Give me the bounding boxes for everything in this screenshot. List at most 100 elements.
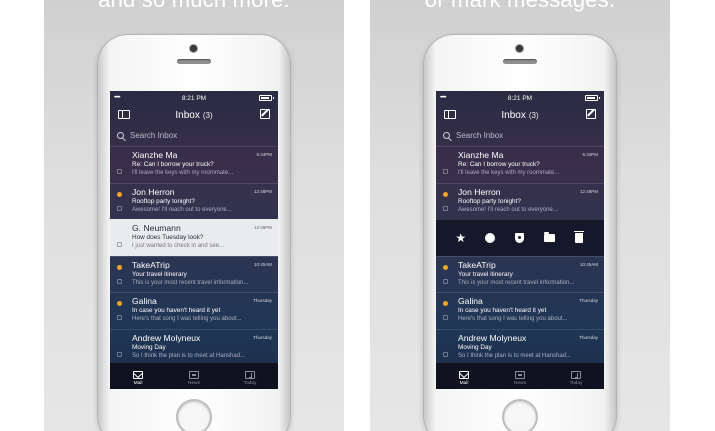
message-row[interactable]: Jon Herron 12:48PM Rooftop party tonight? A…: [110, 182, 278, 220]
iphone-device: ••••• 8:21 PM Inbox (3) Search Inbox Xia…: [98, 35, 290, 431]
message-preview: This is your most recent travel informat…: [132, 279, 249, 286]
compose-icon[interactable]: [586, 109, 596, 119]
tab-label: Mail: [133, 381, 143, 386]
unread-dot-icon: [443, 264, 448, 270]
status-time: 8:21 PM: [507, 94, 533, 102]
nav-bar: Inbox (3): [110, 105, 278, 125]
message-row[interactable]: Xianzhe Ma 5:34PM Re: Can I borrow your tr…: [436, 146, 604, 183]
message-preview: So I think the plan is to meet at Hansha…: [132, 352, 246, 359]
message-group-top: Xianzhe Ma 5:34PM Re: Can I borrow your tr…: [436, 146, 604, 219]
inbox-title: Inbox: [175, 109, 200, 121]
message-time: Thursday: [253, 334, 272, 340]
message-preview: This is your most recent travel informat…: [458, 279, 575, 286]
select-checkbox[interactable]: [117, 315, 122, 320]
move-button[interactable]: [543, 231, 557, 245]
select-checkbox[interactable]: [443, 351, 448, 357]
signal-icon: •••••: [114, 95, 120, 101]
star-icon: ★: [455, 230, 467, 245]
sidebar-icon[interactable]: [118, 110, 130, 119]
tab-today[interactable]: Today: [556, 371, 596, 386]
select-checkbox[interactable]: [443, 205, 448, 211]
home-button[interactable]: [176, 399, 212, 431]
select-checkbox[interactable]: [443, 315, 448, 320]
screenshot-panel-right: or mark messages. ••••• 8:21 PM Inbox (3…: [370, 0, 670, 431]
message-subject: Your travel itinerary: [458, 270, 513, 278]
tab-news[interactable]: News: [174, 371, 214, 386]
message-row[interactable]: Galina Thursday In case you haven't heard …: [436, 292, 604, 329]
unread-dot-icon: [117, 301, 122, 306]
tab-bar: Mail News Today: [436, 363, 604, 389]
message-time: Thursday: [579, 298, 598, 303]
select-checkbox[interactable]: [117, 205, 122, 211]
tab-bar: Mail News Today: [110, 363, 278, 389]
message-list: Xianzhe Ma 5:34PM Re: Can I borrow your tr…: [110, 146, 278, 365]
message-sender: Galina: [132, 296, 157, 306]
search-placeholder: Search Inbox: [130, 130, 178, 140]
select-checkbox[interactable]: [117, 278, 122, 284]
message-row[interactable]: TakeATrip 10:45AM Your travel itinerary Thi…: [436, 255, 604, 293]
circle-icon: [485, 232, 496, 243]
message-row[interactable]: Jon Herron 12:48PM Rooftop party tonight? A…: [436, 182, 604, 220]
message-subject: Moving Day: [132, 343, 166, 351]
message-time: 12:48PM: [253, 188, 272, 194]
compose-icon[interactable]: [260, 109, 270, 119]
tab-today[interactable]: Today: [230, 371, 270, 386]
status-time: 8:21 PM: [181, 94, 207, 102]
message-time: 12:48PM: [579, 188, 598, 194]
inbox-title: Inbox: [501, 109, 526, 121]
sidebar-icon[interactable]: [444, 110, 456, 119]
mail-icon: [459, 371, 469, 379]
select-checkbox[interactable]: [443, 278, 448, 284]
select-checkbox[interactable]: [117, 169, 122, 174]
camera-icon: [190, 45, 197, 52]
message-subject: How does Tuesday look?: [132, 234, 204, 241]
tab-mail[interactable]: Mail: [444, 371, 484, 386]
search-input[interactable]: Search Inbox: [436, 127, 604, 143]
message-row[interactable]: G. Neumann 12:48PM How does Tuesday look? I…: [110, 219, 278, 256]
tab-news[interactable]: News: [500, 371, 540, 386]
message-subject: Rooftop party tonight?: [458, 197, 521, 205]
unread-dot-icon: [117, 264, 122, 270]
message-time: 10:45AM: [253, 261, 272, 267]
message-subject: Rooftop party tonight?: [132, 197, 195, 205]
message-row[interactable]: TakeATrip 10:45AM Your travel itinerary Thi…: [110, 255, 278, 293]
signal-icon: •••••: [440, 95, 446, 101]
spam-button[interactable]: [513, 231, 527, 245]
message-preview: Awesome! I'll reach out to everyone...: [132, 206, 232, 213]
search-placeholder: Search Inbox: [456, 130, 504, 140]
search-input[interactable]: Search Inbox: [110, 127, 278, 143]
select-checkbox[interactable]: [117, 351, 122, 357]
message-preview: I'll leave the keys with my roommate...: [458, 170, 560, 176]
news-icon: [189, 371, 199, 379]
select-checkbox[interactable]: [443, 169, 448, 174]
star-button[interactable]: ★: [454, 231, 468, 245]
speaker-grille: [503, 59, 537, 64]
message-row[interactable]: Xianzhe Ma 5:34PM Re: Can I borrow your tr…: [110, 146, 278, 183]
tab-label: Mail: [459, 381, 469, 386]
message-preview: Here's that song I was telling you about…: [458, 316, 568, 322]
message-row[interactable]: Andrew Molyneux Thursday Moving Day So I th…: [110, 328, 278, 366]
delete-button[interactable]: [572, 230, 586, 245]
news-icon: [515, 371, 525, 379]
message-sender: Andrew Molyneux: [458, 332, 527, 343]
search-icon: [117, 131, 124, 139]
battery-icon: [585, 95, 600, 101]
status-bar: ••••• 8:21 PM: [110, 91, 278, 105]
message-list: Xianzhe Ma 5:34PM Re: Can I borrow your tr…: [436, 146, 604, 365]
message-subject: Your travel itinerary: [132, 270, 187, 278]
message-row[interactable]: Andrew Molyneux Thursday Moving Day So I th…: [436, 328, 604, 366]
message-time: 5:34PM: [256, 152, 272, 157]
tab-label: News: [188, 381, 200, 386]
message-group-bottom: TakeATrip 10:45AM Your travel itinerary Thi…: [436, 255, 604, 366]
message-time: 5:34PM: [582, 152, 598, 157]
message-subject: Moving Day: [458, 343, 492, 351]
mark-read-button[interactable]: [483, 231, 497, 245]
select-checkbox[interactable]: [117, 242, 122, 247]
unread-dot-icon: [443, 301, 448, 306]
message-sender: Jon Herron: [132, 186, 175, 197]
message-subject: Re: Can I borrow your truck?: [132, 161, 214, 168]
home-button[interactable]: [502, 399, 538, 431]
message-row[interactable]: Galina Thursday In case you haven't heard …: [110, 292, 278, 329]
tab-label: News: [514, 381, 526, 386]
tab-mail[interactable]: Mail: [118, 371, 158, 386]
